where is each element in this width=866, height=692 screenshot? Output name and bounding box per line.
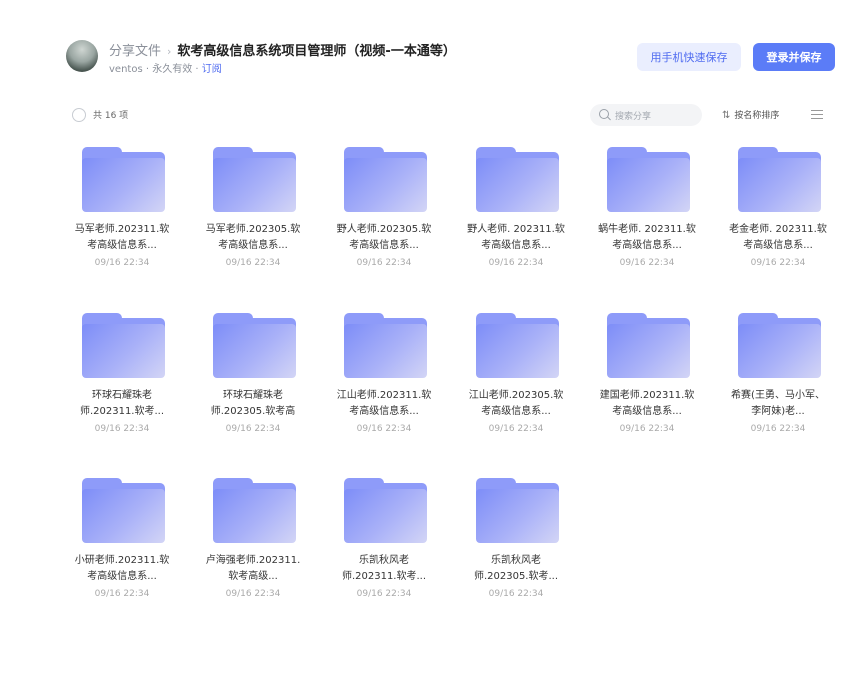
folder-item[interactable]: 老金老师. 202311.软考高级信息系... 09/16 22:34 [728,145,838,285]
folder-date: 09/16 22:34 [488,258,544,268]
folder-icon [82,476,165,543]
folder-date: 09/16 22:34 [356,424,412,434]
folder-date: 09/16 22:34 [94,258,150,268]
folder-name: 乐凯秋风老师.202311.软考... [341,555,427,582]
search-placeholder: 搜索分享 [615,112,652,122]
folder-name: 马军老师.202311.软考高级信息系... [74,224,170,251]
folder-icon [738,311,821,378]
sort-button[interactable]: ⇅ 按名称排序 [722,108,779,121]
folder-name: 环球石耀珠老师.202311.软考... [79,390,165,417]
folder-date: 09/16 22:34 [356,589,412,599]
folder-icon [82,145,165,212]
folder-item[interactable]: 建国老师.202311.软考高级信息系... 09/16 22:34 [597,311,707,451]
file-toolbar: 共 16 项 搜索分享 ⇅ 按名称排序 [72,104,832,126]
subscribe-link[interactable]: 订阅 [202,64,222,75]
folder-date: 09/16 22:34 [225,589,281,599]
folder-icon [738,145,821,212]
folder-name: 江山老师.202311.软考高级信息系... [336,390,432,417]
folder-name: 马军老师.202305.软考高级信息系... [205,224,301,251]
folder-item[interactable]: 马军老师.202305.软考高级信息系... 09/16 22:34 [203,145,313,285]
folder-date: 09/16 22:34 [356,258,412,268]
folder-name: 野人老师. 202311.软考高级信息系... [467,224,565,251]
breadcrumb: 分享文件 › 软考高级信息系统项目管理师（视频-一本通等） [109,40,456,59]
share-validity: · 永久有效 · [142,64,202,75]
folder-date: 09/16 22:34 [488,589,544,599]
folder-name: 小研老师.202311.软考高级信息系... [74,555,170,582]
folder-icon [82,311,165,378]
search-input[interactable]: 搜索分享 [590,104,702,126]
page-title: 软考高级信息系统项目管理师（视频-一本通等） [177,44,456,59]
folder-item[interactable]: 野人老师. 202311.软考高级信息系... 09/16 22:34 [466,145,576,285]
select-all-checkbox[interactable] [72,108,86,122]
folder-date: 09/16 22:34 [750,258,806,268]
sort-label: 按名称排序 [734,111,780,121]
folder-date: 09/16 22:34 [225,424,281,434]
folder-name: 江山老师.202305.软考高级信息系... [468,390,564,417]
folder-icon [344,311,427,378]
folder-item[interactable]: 江山老师.202311.软考高级信息系... 09/16 22:34 [334,311,444,451]
avatar[interactable] [66,40,98,72]
folder-icon [213,311,296,378]
folder-icon [344,145,427,212]
phone-save-button[interactable]: 用手机快速保存 [637,43,741,71]
share-meta: ventos · 永久有效 · 订阅 [109,60,222,75]
folder-date: 09/16 22:34 [94,589,150,599]
folder-icon [607,145,690,212]
login-save-button[interactable]: 登录并保存 [753,43,835,71]
folder-icon [476,476,559,543]
folder-name: 野人老师.202305.软考高级信息系... [336,224,432,251]
folder-item[interactable]: 卢海强老师.202311.软考高级... 09/16 22:34 [203,476,313,616]
folder-name: 希赛(王勇、马小军、李阿妹)老... [731,390,825,417]
folder-item[interactable]: 马军老师.202311.软考高级信息系... 09/16 22:34 [72,145,182,285]
list-menu-icon[interactable] [811,110,823,119]
folder-item[interactable]: 小研老师.202311.软考高级信息系... 09/16 22:34 [72,476,182,616]
folder-name: 老金老师. 202311.软考高级信息系... [729,224,827,251]
folder-item[interactable]: 环球石耀珠老师.202311.软考... 09/16 22:34 [72,311,182,451]
folder-date: 09/16 22:34 [225,258,281,268]
folder-icon [344,476,427,543]
folder-name: 建国老师.202311.软考高级信息系... [599,390,695,417]
folder-item[interactable]: 乐凯秋风老师.202305.软考... 09/16 22:34 [466,476,576,616]
folder-name: 蜗牛老师. 202311.软考高级信息系... [598,224,696,251]
breadcrumb-root[interactable]: 分享文件 [109,44,161,59]
folder-icon [213,476,296,543]
folder-date: 09/16 22:34 [94,424,150,434]
folder-item[interactable]: 环球石耀珠老师.202305.软考高级... 09/16 22:34 [203,311,313,451]
folder-icon [213,145,296,212]
share-user: ventos [109,64,143,75]
folder-item[interactable]: 希赛(王勇、马小军、李阿妹)老... 09/16 22:34 [728,311,838,451]
breadcrumb-separator-icon: › [167,45,172,58]
search-icon [599,109,609,119]
folder-item[interactable]: 蜗牛老师. 202311.软考高级信息系... 09/16 22:34 [597,145,707,285]
folder-date: 09/16 22:34 [488,424,544,434]
folder-item[interactable]: 野人老师.202305.软考高级信息系... 09/16 22:34 [334,145,444,285]
folder-name: 卢海强老师.202311.软考高级... [205,555,301,582]
folder-icon [476,311,559,378]
folder-name: 环球石耀珠老师.202305.软考高级... [210,390,296,417]
folder-item[interactable]: 乐凯秋风老师.202311.软考... 09/16 22:34 [334,476,444,616]
item-count: 共 16 项 [93,111,129,121]
folder-name: 乐凯秋风老师.202305.软考... [473,555,559,582]
folder-date: 09/16 22:34 [619,258,675,268]
sort-arrows-icon: ⇅ [722,110,731,121]
folder-icon [476,145,559,212]
folder-date: 09/16 22:34 [750,424,806,434]
folder-item[interactable]: 江山老师.202305.软考高级信息系... 09/16 22:34 [466,311,576,451]
folder-icon [607,311,690,378]
folder-date: 09/16 22:34 [619,424,675,434]
